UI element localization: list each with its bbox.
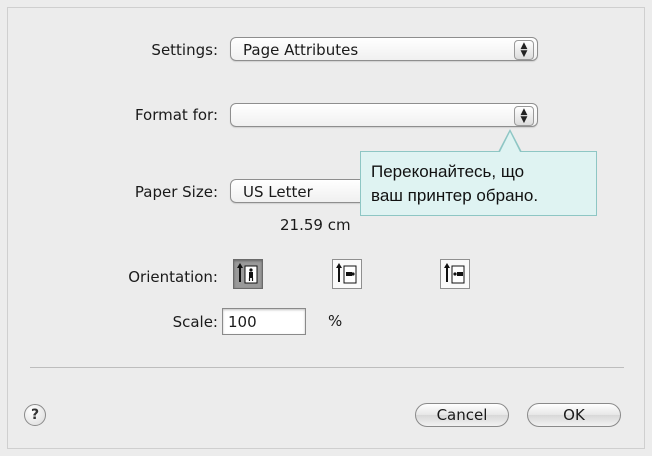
- ok-button[interactable]: OK: [527, 403, 621, 427]
- portrait-icon: [237, 263, 258, 284]
- landscape-icon: [336, 263, 357, 284]
- settings-popup[interactable]: Page Attributes ▲ ▼: [230, 37, 538, 61]
- paper-size-value: US Letter: [243, 183, 313, 201]
- scale-input[interactable]: 100: [222, 308, 306, 335]
- popup-arrows-icon: ▲▼: [514, 40, 534, 60]
- reverse-landscape-icon: [444, 263, 465, 284]
- callout-pointer-fill: [500, 132, 520, 152]
- popup-arrows-icon: ▲▼: [514, 106, 534, 126]
- paper-size-label: Paper Size:: [134, 183, 218, 201]
- cancel-button[interactable]: Cancel: [415, 403, 509, 427]
- paper-dimensions: 21.59 cm: [280, 216, 351, 234]
- orientation-label: Orientation:: [128, 268, 218, 286]
- settings-label: Settings:: [151, 41, 218, 59]
- divider: [30, 367, 624, 368]
- scale-label: Scale:: [172, 313, 218, 331]
- help-button[interactable]: ?: [24, 404, 46, 426]
- settings-value: Page Attributes: [243, 41, 359, 59]
- orientation-reverse-landscape-button[interactable]: [440, 259, 470, 289]
- callout-note: Переконайтесь, що ваш принтер обрано.: [360, 151, 597, 216]
- scale-unit: %: [328, 312, 343, 330]
- orientation-landscape-button[interactable]: [332, 259, 362, 289]
- callout-line-1: Переконайтесь, що: [371, 162, 525, 181]
- format-for-popup[interactable]: ▲ ▼: [230, 103, 538, 127]
- orientation-portrait-button[interactable]: [233, 259, 263, 289]
- callout-line-2: ваш принтер обрано.: [371, 186, 539, 205]
- format-for-label: Format for:: [134, 106, 218, 124]
